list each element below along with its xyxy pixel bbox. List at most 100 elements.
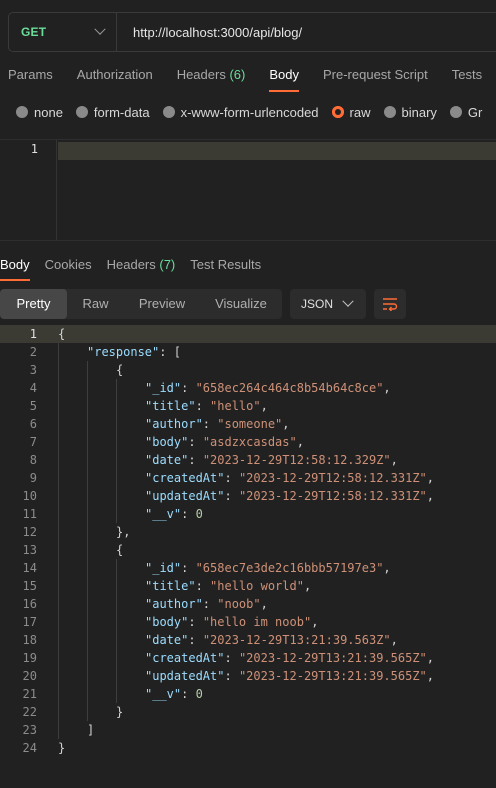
wrap-lines-button[interactable] [374, 289, 406, 319]
line-number: 3 [29, 363, 37, 377]
json-string: "someone" [217, 417, 283, 431]
response-tab-cookies[interactable]: Cookies [45, 257, 92, 281]
body-type-raw[interactable]: raw [331, 103, 371, 121]
response-tab-body[interactable]: Body [0, 257, 30, 281]
json-punct: : [188, 633, 203, 647]
json-key: "body" [145, 435, 189, 449]
json-punct: : [202, 597, 218, 611]
json-punct: { [116, 363, 124, 377]
radio-icon [75, 106, 88, 118]
code-line: 23] [0, 721, 496, 739]
response-body-viewer[interactable]: 1{2 "response": [3{4 "_id": "658ec264c464c… [0, 325, 496, 765]
json-punct: , [260, 597, 268, 611]
radio-icon [162, 106, 175, 118]
code-text: "createdAt": "2023-12-29T12:58:12.331Z", [145, 469, 434, 487]
json-punct: , [383, 381, 391, 395]
tab-label: Pre-request Script [322, 67, 428, 82]
format-label: JSON [301, 297, 334, 311]
tab-body[interactable]: Body [269, 64, 299, 92]
line-number: 10 [22, 489, 37, 503]
code-line: 1{ [0, 325, 496, 343]
code-text: "title": "hello world", [145, 577, 311, 595]
json-punct: , [426, 669, 435, 683]
line-number: 22 [22, 705, 37, 719]
json-string: "asdzxcasdas" [202, 435, 297, 449]
radio-icon [16, 106, 28, 118]
radio-label: form-data [93, 104, 150, 120]
response-tab-test-results[interactable]: Test Results [190, 257, 261, 281]
method-select[interactable]: GET [9, 13, 117, 51]
tab-headers[interactable]: Headers (6) [177, 64, 246, 92]
tab-authorization[interactable]: Authorization [77, 64, 153, 92]
code-text: "_id": "658ec264c464c8b54b64c8ce", [145, 379, 391, 397]
json-string: "hello" [210, 399, 261, 413]
method-label: GET [21, 25, 47, 39]
line-number: 16 [22, 597, 37, 611]
tab-label: Params [8, 67, 53, 82]
line-number: 2 [29, 345, 37, 359]
json-string: "2023-12-29T12:58:12.331Z" [238, 471, 427, 485]
response-tab-headers[interactable]: Headers (7) [107, 257, 176, 281]
body-type-none[interactable]: none [16, 103, 63, 121]
url-input[interactable] [117, 24, 496, 40]
format-select[interactable]: JSON [290, 289, 366, 319]
body-type-form-data[interactable]: form-data [75, 103, 150, 121]
json-punct: } [58, 741, 66, 755]
body-type-binary[interactable]: binary [383, 103, 437, 121]
json-punct: : [181, 561, 196, 575]
json-punct: , [426, 489, 435, 503]
json-punct: , [303, 579, 312, 593]
view-pretty-button[interactable]: Pretty [0, 289, 67, 319]
json-punct: , [282, 417, 290, 431]
response-toolbar: Pretty Raw Preview Visualize JSON [0, 289, 496, 321]
line-number: 12 [22, 525, 37, 539]
tab-params[interactable]: Params [8, 64, 53, 92]
line-number: 21 [22, 687, 37, 701]
json-string: "noob" [217, 597, 261, 611]
code-text: { [58, 325, 65, 343]
json-punct: , [390, 453, 398, 467]
request-body-editor[interactable]: 1 [0, 139, 496, 241]
code-text: "createdAt": "2023-12-29T13:21:39.565Z", [145, 649, 434, 667]
code-line: 18 "date": "2023-12-29T13:21:39.563Z", [0, 631, 496, 649]
tab-label: Headers [176, 67, 226, 82]
json-string: "2023-12-29T13:21:39.565Z" [238, 651, 427, 665]
view-raw-button[interactable]: Raw [67, 289, 124, 319]
code-line: 9 "createdAt": "2023-12-29T12:58:12.331Z"… [0, 469, 496, 487]
line-number: 18 [22, 633, 37, 647]
line-number: 6 [29, 417, 37, 431]
json-punct: : [224, 471, 239, 485]
code-text: "body": "hello im noob", [145, 613, 318, 631]
json-key: "date" [145, 633, 189, 647]
json-punct: , [426, 471, 435, 485]
line-number: 13 [22, 543, 37, 557]
line-number: 15 [22, 579, 37, 593]
json-key: "response" [87, 345, 160, 359]
line-number: 1 [29, 327, 37, 341]
view-mode-switch: Pretty Raw Preview Visualize [0, 289, 282, 319]
view-preview-button[interactable]: Preview [124, 289, 200, 319]
code-line: 10 "updatedAt": "2023-12-29T12:58:12.331Z… [0, 487, 496, 505]
code-line: 6 "author": "someone", [0, 415, 496, 433]
view-visualize-button[interactable]: Visualize [200, 289, 282, 319]
editor-gutter [56, 140, 57, 240]
chevron-down-icon [342, 295, 354, 307]
url-bar: GET [8, 12, 496, 52]
json-punct: , [426, 651, 435, 665]
line-number: 17 [22, 615, 37, 629]
tab-tests[interactable]: Tests [452, 64, 482, 92]
code-line: 22} [0, 703, 496, 721]
json-key: "_id" [145, 381, 182, 395]
tab-pre-request-script[interactable]: Pre-request Script [323, 64, 428, 92]
body-type-urlencoded[interactable]: x-www-form-urlencoded [162, 103, 319, 121]
json-punct: ] [87, 723, 95, 737]
line-number: 24 [22, 741, 37, 755]
json-key: "createdAt" [145, 471, 225, 485]
json-key: "createdAt" [145, 651, 225, 665]
request-tabs: Params Authorization Headers (6) Body Pr… [0, 64, 496, 92]
body-type-group: none form-data x-www-form-urlencoded raw… [16, 103, 496, 121]
code-text: "author": "noob", [145, 595, 268, 613]
body-type-graphql[interactable]: Gr [449, 103, 482, 121]
json-punct: }, [116, 525, 131, 539]
code-text: "__v": 0 [145, 505, 203, 523]
